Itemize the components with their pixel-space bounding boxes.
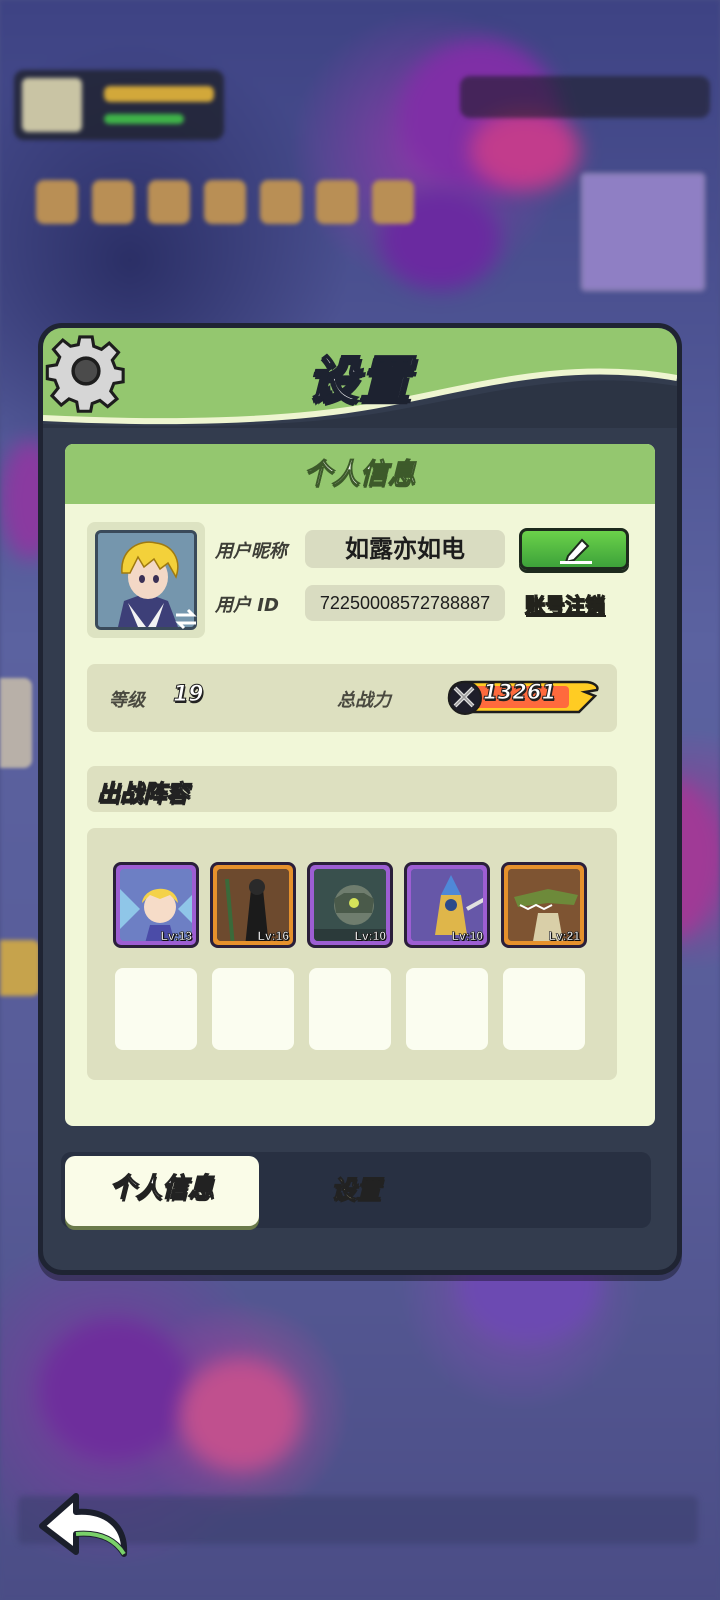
empty-hero-slot[interactable] [503, 968, 585, 1050]
edit-nickname-button[interactable] [519, 528, 629, 570]
power-label: 总战力 [337, 690, 391, 711]
hero-slot-4[interactable]: Lv:10 [404, 862, 490, 948]
avatar-frame[interactable] [87, 522, 205, 638]
background-hero-row [36, 180, 414, 224]
back-arrow-icon[interactable] [34, 1490, 134, 1560]
empty-hero-slot[interactable] [212, 968, 294, 1050]
hero-level: Lv:10 [354, 929, 386, 944]
side-device [0, 678, 32, 768]
player-hud [14, 70, 224, 140]
hero-level: Lv:21 [548, 929, 580, 944]
user-id-label: 用户 ID [215, 595, 279, 616]
lineup-header: 出战阵容 [87, 766, 617, 812]
hero-slot-5[interactable]: Lv:21 [501, 862, 587, 948]
panel-title: 设置 [307, 350, 412, 410]
power-value: 13261 [482, 680, 557, 705]
nickname-value: 如露亦如电 [305, 530, 505, 568]
hero-slot-3[interactable]: Lv:10 [307, 862, 393, 948]
minimap [580, 172, 706, 292]
pencil-icon [560, 538, 592, 564]
stats-bar: 等级 19 总战力 13261 [87, 664, 617, 732]
lineup-grid: Lv:13 Lv:16 Lv:10 Lv:10 Lv:21 [87, 828, 617, 1080]
empty-hero-slot[interactable] [115, 968, 197, 1050]
settings-panel: 设置 个人信息 用户昵称 如露亦如电 用户 ID 722500085727888… [38, 323, 682, 1275]
hero-level: Lv:16 [257, 929, 289, 944]
panel-header: 设置 [43, 328, 677, 428]
card-header: 个人信息 [65, 444, 655, 504]
empty-hero-slot[interactable] [309, 968, 391, 1050]
tab-settings[interactable]: 设置 [330, 1170, 381, 1206]
hero-level: Lv:13 [160, 929, 192, 944]
profile-card: 个人信息 用户昵称 如露亦如电 [65, 444, 655, 1126]
hero-slot-2[interactable]: Lv:16 [210, 862, 296, 948]
nickname-label: 用户昵称 [215, 541, 287, 562]
hero-level: Lv:10 [451, 929, 483, 944]
side-coin [0, 940, 40, 996]
tab-profile-label: 个人信息 [109, 1172, 214, 1203]
hero-slot-1[interactable]: Lv:13 [113, 862, 199, 948]
user-id-value: 7225000857278888​7 [305, 585, 505, 621]
swap-icon[interactable] [173, 606, 199, 632]
account-cancel-link[interactable]: 账号注销 [525, 589, 606, 618]
resource-hud [460, 76, 710, 118]
lineup-title: 出战阵容 [97, 781, 190, 808]
empty-hero-slot[interactable] [406, 968, 488, 1050]
level-label: 等级 [109, 690, 145, 711]
tab-profile[interactable]: 个人信息 [65, 1156, 259, 1226]
tab-bar: 个人信息 设置 [61, 1152, 651, 1228]
level-value: 19 [173, 682, 205, 708]
